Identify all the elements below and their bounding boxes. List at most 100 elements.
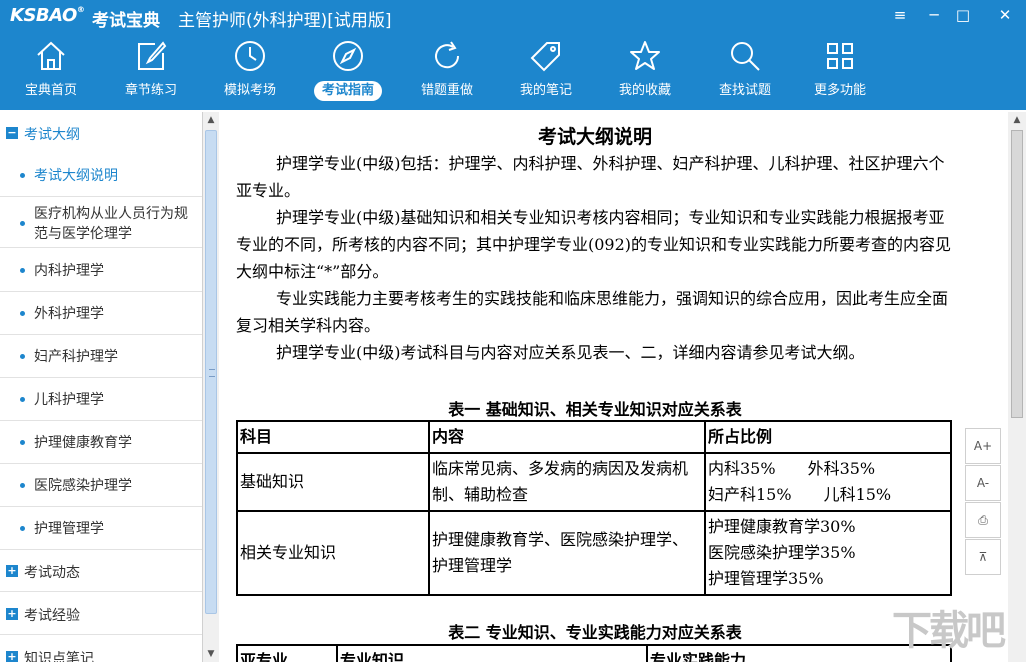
content-scrollbar[interactable]: ▲: [1008, 112, 1026, 662]
table-cell: 内科35% 外科35% 妇产科15% 儿科15%: [704, 452, 952, 512]
nav-label: 我的收藏: [618, 83, 671, 98]
sidebar-item-obstetric-nursing[interactable]: 妇产科护理学: [0, 335, 202, 378]
doc-paragraph: 护理学专业(中级)包括：护理学、内科护理、外科护理、妇产科护理、儿科护理、社区护…: [236, 154, 945, 200]
bullet-icon: [20, 221, 25, 226]
close-icon[interactable]: ✕: [988, 0, 1022, 30]
print-icon[interactable]: ⎙: [965, 502, 1001, 538]
table-cell: 临床常见病、多发病的病因及发病机制、辅助检查: [428, 452, 706, 512]
title-bar: KSBAO® 考试宝典 主管护师(外科护理)[试用版] ≡ ─ □ ✕: [0, 0, 1026, 32]
scroll-down-icon[interactable]: ▼: [203, 646, 219, 662]
watermark: 下载吧: [892, 608, 1006, 654]
nav-exam-guide[interactable]: 考试指南: [301, 34, 395, 106]
sidebar-item-label: 外科护理学: [34, 306, 104, 322]
nav-my-favorites[interactable]: 我的收藏: [598, 34, 692, 106]
sidebar-item-label: 妇产科护理学: [34, 349, 118, 365]
table-cell: 相关专业知识: [236, 510, 430, 596]
window-title: 主管护师(外科护理)[试用版]: [178, 11, 392, 31]
sidebar-item-infection-nursing[interactable]: 医院感染护理学: [0, 464, 202, 507]
clock-icon: [232, 38, 268, 74]
nav-label: 章节练习: [124, 83, 177, 98]
table-cell: 护理健康教育学30% 医院感染护理学35% 护理管理学35%: [704, 510, 952, 596]
grid-icon: [822, 38, 858, 74]
sidebar-item-label: 儿科护理学: [34, 392, 104, 408]
expand-icon: +: [6, 564, 18, 577]
sidebar-scrollbar[interactable]: ▲ ▼: [203, 112, 219, 662]
expand-icon: +: [6, 607, 18, 620]
sidebar: − 考试大纲 考试大纲说明 医疗机构从业人员行为规范与医学伦理学 内科护理学 外…: [0, 112, 203, 662]
table-header-cell: 内容: [428, 420, 706, 454]
table-cell: 基础知识: [236, 452, 430, 512]
table-row: 基础知识 临床常见病、多发病的病因及发病机制、辅助检查 内科35% 外科35% …: [236, 452, 952, 512]
bullet-icon: [20, 483, 25, 488]
table-header-cell: 亚专业: [236, 644, 338, 662]
nav-home[interactable]: 宝典首页: [4, 34, 98, 106]
nav-label: 宝典首页: [24, 83, 77, 98]
bullet-icon: [20, 311, 25, 316]
sidebar-item-label: 医院感染护理学: [34, 478, 132, 494]
sidebar-item-label: 护理健康教育学: [34, 435, 132, 451]
nav-label: 考试指南: [314, 81, 382, 101]
sidebar-category-news[interactable]: + 考试动态: [0, 550, 202, 592]
app-header: KSBAO® 考试宝典 主管护师(外科护理)[试用版] ≡ ─ □ ✕ 宝典首页…: [0, 0, 1026, 110]
nav-more[interactable]: 更多功能: [793, 34, 887, 106]
font-decrease-button[interactable]: A-: [965, 465, 1001, 501]
scroll-up-icon[interactable]: ▲: [203, 112, 219, 128]
table1-caption: 表一 基础知识、相关专业知识对应关系表: [448, 400, 742, 419]
font-increase-button[interactable]: A+: [965, 428, 1001, 464]
compass-icon: [330, 38, 366, 74]
table-header-cell: 专业知识: [336, 644, 648, 662]
sidebar-category-experience[interactable]: + 考试经验: [0, 593, 202, 635]
bullet-icon: [20, 526, 25, 531]
sidebar-item-pediatric-nursing[interactable]: 儿科护理学: [0, 378, 202, 421]
sidebar-item-label: 考试大纲说明: [34, 168, 118, 184]
nav-redo-mistakes[interactable]: 错题重做: [400, 34, 494, 106]
maximize-icon[interactable]: □: [946, 0, 980, 30]
nav-label: 模拟考场: [223, 83, 276, 98]
nav-label: 我的笔记: [519, 83, 572, 98]
back-to-top-icon[interactable]: ⊼: [965, 539, 1001, 575]
table1: 科目 内容 所占比例 基础知识 临床常见病、多发病的病因及发病机制、辅助检查 内…: [236, 420, 952, 596]
doc-paragraph: 专业实践能力主要考核考生的实践技能和临床思维能力，强调知识的综合应用，因此考生应…: [236, 289, 949, 335]
table-cell: 护理健康教育学、医院感染护理学、护理管理学: [428, 510, 706, 596]
menu-icon[interactable]: ≡: [883, 0, 917, 30]
sidebar-item-outline-intro[interactable]: 考试大纲说明: [0, 154, 202, 197]
brand-name: 考试宝典: [92, 11, 160, 31]
table-header-row: 亚专业 专业知识 专业实践能力: [236, 644, 952, 662]
home-icon: [33, 38, 69, 74]
star-icon: [627, 38, 663, 74]
nav-chapter-practice[interactable]: 章节练习: [104, 34, 198, 106]
nav-my-notes[interactable]: 我的笔记: [499, 34, 593, 106]
reader-tools: A+ A- ⎙ ⊼: [965, 428, 1001, 575]
sidebar-category-label: 考试经验: [24, 608, 80, 624]
sidebar-category-outline[interactable]: − 考试大纲: [0, 112, 202, 154]
nav-label: 错题重做: [420, 83, 473, 98]
sidebar-item-internal-nursing[interactable]: 内科护理学: [0, 249, 202, 292]
bullet-icon: [20, 354, 25, 359]
nav-mock-exam[interactable]: 模拟考场: [203, 34, 297, 106]
table2-caption: 表二 专业知识、专业实践能力对应关系表: [448, 623, 742, 642]
tag-icon: [528, 38, 564, 74]
scroll-up-icon[interactable]: ▲: [1008, 112, 1026, 128]
table2: 亚专业 专业知识 专业实践能力: [236, 644, 952, 662]
sidebar-item-health-education[interactable]: 护理健康教育学: [0, 421, 202, 464]
main-toolbar: 宝典首页 章节练习 模拟考场 考试指南 错题重做 我的笔记 我的收藏 查找试题 …: [0, 34, 1026, 106]
expand-icon: +: [6, 650, 18, 662]
search-icon: [727, 38, 763, 74]
document-title: 考试大纲说明: [537, 126, 652, 148]
sidebar-category-label: 考试大纲: [24, 127, 80, 143]
sidebar-category-notes[interactable]: + 知识点笔记: [0, 636, 202, 662]
nav-label: 更多功能: [813, 83, 866, 98]
sidebar-item-nursing-management[interactable]: 护理管理学: [0, 507, 202, 550]
nav-label: 查找试题: [718, 83, 771, 98]
sidebar-item-surgical-nursing[interactable]: 外科护理学: [0, 292, 202, 335]
nav-find-questions[interactable]: 查找试题: [698, 34, 792, 106]
bullet-icon: [20, 397, 25, 402]
scrollbar-thumb[interactable]: [1011, 130, 1023, 418]
sidebar-category-label: 知识点笔记: [24, 651, 94, 662]
sidebar-item-ethics[interactable]: 医疗机构从业人员行为规范与医学伦理学: [0, 198, 202, 248]
sidebar-item-label: 内科护理学: [34, 263, 104, 279]
doc-paragraph: 护理学专业(中级)考试科目与内容对应关系见表一、二，详细内容请参见考试大纲。: [276, 343, 865, 362]
bullet-icon: [20, 268, 25, 273]
sidebar-item-label: 医疗机构从业人员行为规范与医学伦理学: [34, 206, 188, 242]
scrollbar-thumb[interactable]: [205, 130, 217, 614]
